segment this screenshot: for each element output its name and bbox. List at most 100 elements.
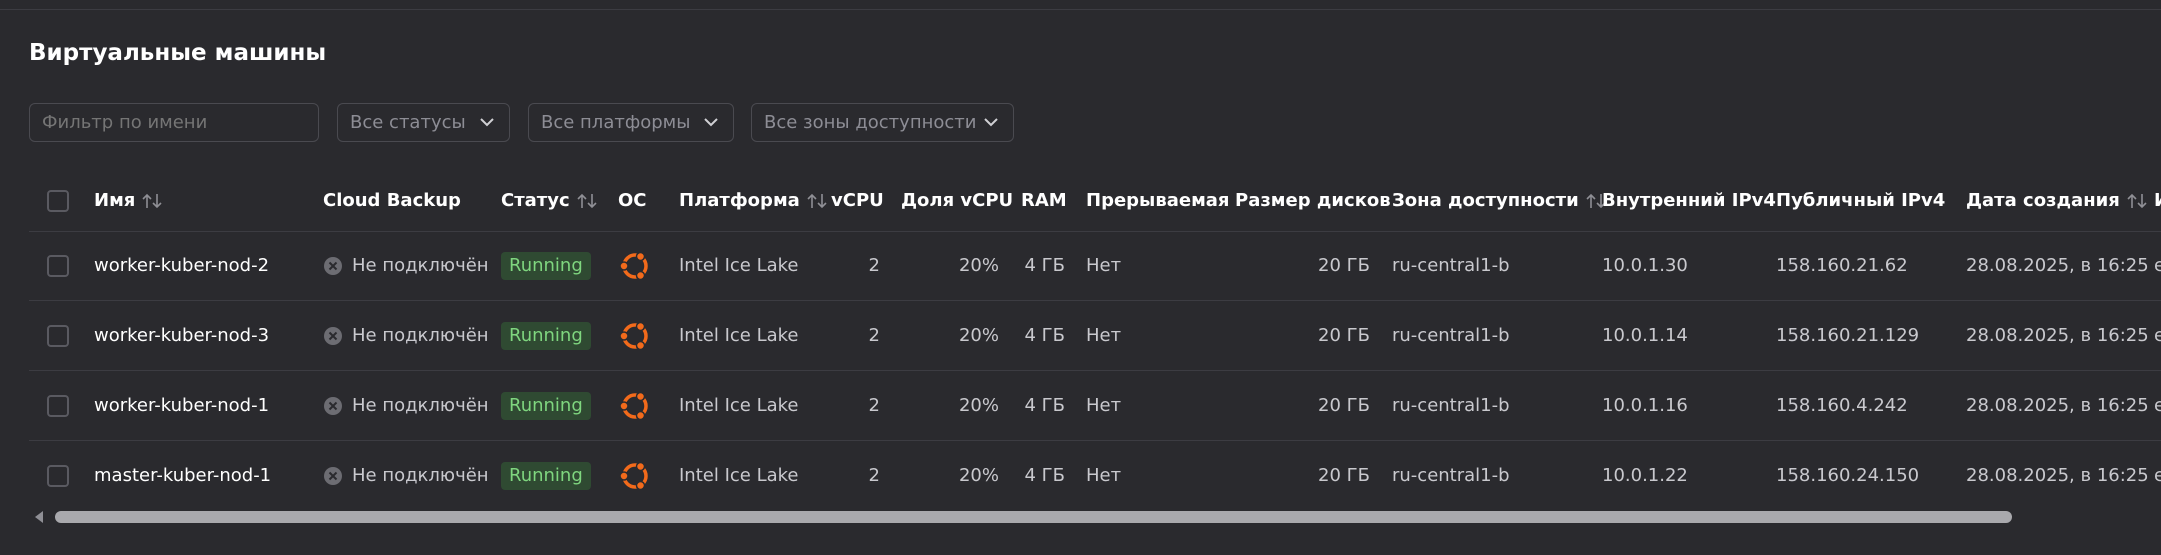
page-title: Виртуальные машины — [29, 40, 327, 66]
row-checkbox[interactable] — [47, 254, 69, 277]
column-header-label: Внутренний IPv4 — [1602, 190, 1776, 211]
table-row[interactable]: worker-kuber-nod-2 Не подключён Running … — [29, 231, 2161, 301]
column-header-label: Платформа — [679, 190, 800, 211]
platform-filter-value: Все платформы — [541, 112, 691, 133]
vm-name-link[interactable]: worker-kuber-nod-1 — [94, 371, 269, 440]
backup-cell: Не подключён — [323, 301, 489, 370]
created-cell: 28.08.2025, в 16:25 — [1966, 325, 2149, 346]
preemptible-cell: Нет — [1086, 395, 1122, 416]
chevron-down-icon — [480, 118, 494, 127]
status-badge: Running — [501, 391, 591, 420]
column-header-vcpu-share: Доля vCPU — [901, 170, 1013, 231]
vcpu-share-cell: 20% — [958, 255, 999, 276]
name-filter-input[interactable] — [29, 103, 319, 142]
select-all-checkbox[interactable] — [47, 189, 69, 212]
select-all-cell — [47, 170, 69, 231]
vcpu-share-cell: 20% — [958, 325, 999, 346]
zone-cell: ru-central1-b — [1392, 325, 1510, 346]
scrollbar-thumb[interactable] — [55, 511, 2012, 523]
vm-name-link[interactable]: master-kuber-nod-1 — [94, 441, 271, 510]
ubuntu-icon — [619, 321, 648, 350]
horizontal-scrollbar[interactable] — [29, 507, 2161, 527]
backup-status: Не подключён — [352, 255, 489, 276]
scroll-left-arrow-icon[interactable] — [35, 511, 43, 523]
column-header-name[interactable]: Имя — [94, 170, 163, 231]
zone-filter-value: Все зоны доступности — [764, 112, 977, 133]
platform-filter-select[interactable]: Все платформы — [528, 103, 734, 142]
platform-cell: Intel Ice Lake — [679, 465, 799, 486]
column-header-platform[interactable]: Платформа — [679, 170, 828, 231]
platform-cell: Intel Ice Lake — [679, 395, 799, 416]
backup-status: Не подключён — [352, 465, 489, 486]
disk-size-cell: 20 ГБ — [1318, 255, 1370, 276]
column-header-os: ОС — [618, 170, 647, 231]
status-badge: Running — [501, 461, 591, 490]
public-ip-cell: 158.160.21.62 — [1776, 255, 1908, 276]
zone-cell: ru-central1-b — [1392, 395, 1510, 416]
created-cell: 28.08.2025, в 16:25 — [1966, 395, 2149, 416]
row-checkbox[interactable] — [47, 394, 69, 417]
ram-cell: 4 ГБ — [1024, 255, 1066, 276]
ram-cell: 4 ГБ — [1024, 325, 1066, 346]
extra-cell: e — [2154, 395, 2161, 416]
row-checkbox[interactable] — [47, 324, 69, 347]
column-header-label: Имя — [94, 190, 136, 211]
status-badge: Running — [501, 251, 591, 280]
row-checkbox[interactable] — [47, 464, 69, 487]
internal-ip-cell: 10.0.1.22 — [1602, 465, 1688, 486]
column-header-label: Прерываемая — [1086, 190, 1230, 211]
zone-cell: ru-central1-b — [1392, 255, 1510, 276]
column-header-status[interactable]: Статус — [501, 170, 598, 231]
public-ip-cell: 158.160.24.150 — [1776, 465, 1920, 486]
ubuntu-icon — [619, 391, 648, 420]
vcpu-share-cell: 20% — [958, 465, 999, 486]
close-circle-icon — [324, 396, 342, 415]
chevron-down-icon — [984, 118, 998, 127]
column-header-zone[interactable]: Зона доступности — [1392, 170, 1607, 231]
backup-cell: Не подключён — [323, 231, 489, 300]
ram-cell: 4 ГБ — [1024, 395, 1066, 416]
extra-cell: e — [2154, 255, 2161, 276]
platform-cell: Intel Ice Lake — [679, 325, 799, 346]
backup-status: Не подключён — [352, 325, 489, 346]
vcpu-cell: 2 — [868, 325, 880, 346]
column-header-label: Размер дисков — [1235, 190, 1391, 211]
backup-status: Не подключён — [352, 395, 489, 416]
preemptible-cell: Нет — [1086, 325, 1122, 346]
column-header-internal-ip: Внутренний IPv4 — [1602, 170, 1776, 231]
vcpu-cell: 2 — [868, 465, 880, 486]
created-cell: 28.08.2025, в 16:25 — [1966, 255, 2149, 276]
table-row[interactable]: worker-kuber-nod-3 Не подключён Running … — [29, 301, 2161, 371]
created-cell: 28.08.2025, в 16:25 — [1966, 465, 2149, 486]
zone-filter-select[interactable]: Все зоны доступности — [751, 103, 1014, 142]
close-circle-icon — [324, 326, 342, 345]
backup-cell: Не подключён — [323, 441, 489, 510]
column-header-label: Доля vCPU — [901, 190, 1014, 211]
status-filter-select[interactable]: Все статусы — [337, 103, 510, 142]
preemptible-cell: Нет — [1086, 255, 1122, 276]
column-header-label: Cloud Backup — [323, 190, 461, 211]
internal-ip-cell: 10.0.1.30 — [1602, 255, 1688, 276]
column-header-backup: Cloud Backup — [323, 170, 461, 231]
vcpu-cell: 2 — [868, 255, 880, 276]
disk-size-cell: 20 ГБ — [1318, 325, 1370, 346]
public-ip-cell: 158.160.4.242 — [1776, 395, 1908, 416]
column-header-label: Дата создания — [1966, 190, 2120, 211]
sort-icon — [577, 193, 597, 208]
platform-cell: Intel Ice Lake — [679, 255, 799, 276]
extra-cell: e — [2154, 325, 2161, 346]
backup-cell: Не подключён — [323, 371, 489, 440]
column-header-label: Публичный IPv4 — [1776, 190, 1946, 211]
disk-size-cell: 20 ГБ — [1318, 465, 1370, 486]
table-header: Имя Cloud Backup Статус ОС Платформа vCP… — [29, 170, 2161, 232]
sort-icon — [807, 193, 827, 208]
table-row[interactable]: worker-kuber-nod-1 Не подключён Running … — [29, 371, 2161, 441]
vm-name-link[interactable]: worker-kuber-nod-3 — [94, 301, 269, 370]
column-header-extra: И — [2154, 170, 2161, 231]
column-header-label: ОС — [618, 190, 647, 211]
close-circle-icon — [324, 466, 342, 485]
vm-name-link[interactable]: worker-kuber-nod-2 — [94, 231, 269, 300]
table-row[interactable]: master-kuber-nod-1 Не подключён Running … — [29, 441, 2161, 510]
column-header-created[interactable]: Дата создания — [1966, 170, 2148, 231]
vcpu-cell: 2 — [868, 395, 880, 416]
